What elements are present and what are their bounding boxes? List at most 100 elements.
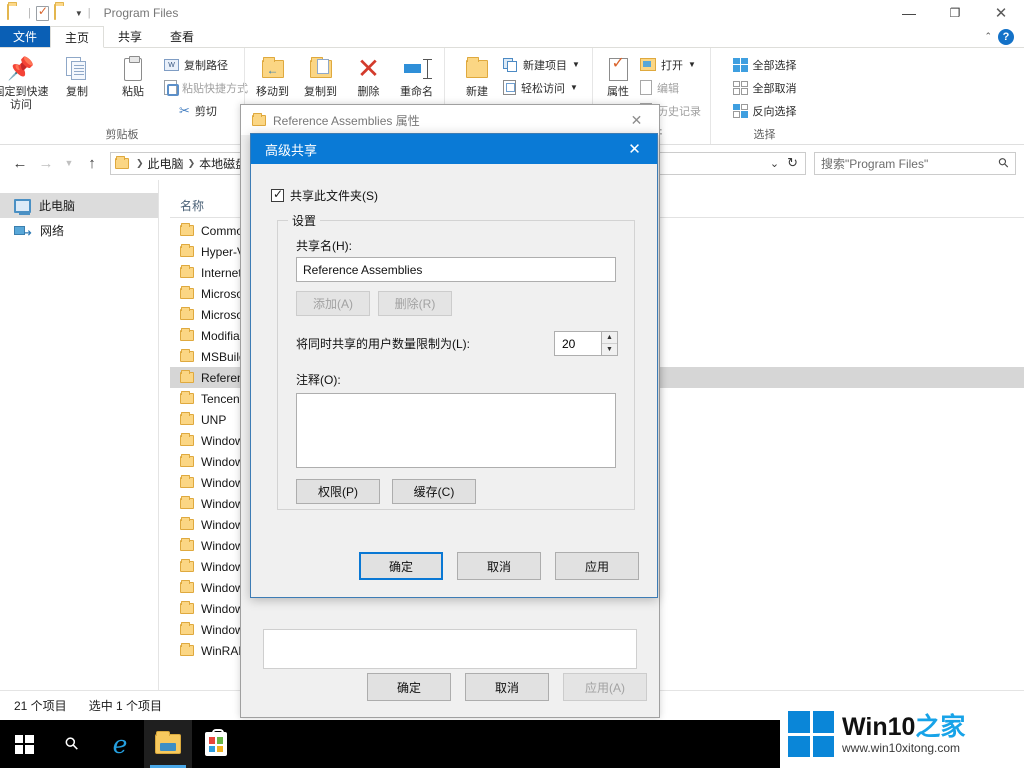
tab-home[interactable]: 主页 [50, 26, 104, 48]
add-button[interactable]: 添加(A) [296, 291, 370, 316]
advanced-sharing-apply-button[interactable]: 应用 [555, 552, 639, 580]
new-folder-button[interactable]: 新建 [454, 52, 500, 99]
folder-icon[interactable] [7, 5, 23, 21]
pane-splitter[interactable] [158, 180, 159, 690]
share-name-input[interactable]: Reference Assemblies [296, 257, 616, 282]
maximize-button[interactable]: ❐ [932, 0, 978, 26]
watermark-url: www.win10xitong.com [842, 741, 965, 755]
remove-button[interactable]: 删除(R) [378, 291, 452, 316]
back-arrow-icon[interactable]: ← [8, 151, 32, 175]
properties-icon [609, 52, 628, 86]
new-folder-icon[interactable] [54, 5, 70, 21]
taskbar-edge-button[interactable]: e [96, 720, 144, 768]
caching-button[interactable]: 缓存(C) [392, 479, 476, 504]
copy-button[interactable]: 复制 [49, 52, 105, 99]
paste-button[interactable]: 粘贴 [105, 52, 161, 99]
search-icon: ⚲ [61, 733, 84, 756]
easy-access-button[interactable]: 轻松访问 ▼ [500, 77, 583, 98]
tab-share[interactable]: 共享 [104, 26, 156, 47]
select-all-button[interactable]: 全部选择 [730, 54, 800, 75]
copy-icon [66, 52, 88, 86]
checkbox-icon [271, 189, 284, 202]
taskbar-search-button[interactable]: ⚲ [48, 720, 96, 768]
properties-cancel-button[interactable]: 取消 [465, 673, 549, 701]
close-button[interactable]: ✕ [978, 0, 1024, 26]
folder-icon [180, 561, 194, 572]
folder-icon [180, 498, 194, 509]
chevron-up-icon[interactable]: ⌃ [984, 31, 992, 42]
comment-input[interactable] [296, 393, 616, 468]
edit-button[interactable]: 编辑 [637, 77, 704, 98]
new-folder-icon [466, 52, 488, 86]
new-small-commands: 新建项目 ▼ 轻松访问 ▼ [500, 52, 583, 98]
properties-dialog-title: Reference Assemblies 属性 [273, 112, 420, 129]
button-label: 编辑 [657, 80, 679, 96]
folder-icon [180, 309, 194, 320]
properties-ok-button[interactable]: 确定 [367, 673, 451, 701]
properties-icon[interactable] [36, 6, 49, 21]
taskbar-store-button[interactable] [192, 720, 240, 768]
forward-arrow-icon[interactable]: → [34, 151, 58, 175]
sidebar-item-this-pc[interactable]: 此电脑 [0, 193, 158, 218]
user-limit-label: 将同时共享的用户数量限制为(L): [296, 335, 470, 352]
pin-to-quick-access-button[interactable]: 📌 固定到快速访问 [0, 52, 49, 112]
folder-icon [180, 540, 194, 551]
pin-icon: 📌 [7, 52, 34, 86]
spinner-up-icon[interactable]: ▲ [602, 332, 617, 344]
close-icon[interactable]: ✕ [614, 105, 659, 135]
properties-dialog-buttons: 确定 取消 应用(A) [241, 673, 647, 701]
chevron-down-icon[interactable]: ⌄ [770, 157, 779, 170]
cut-button[interactable]: ✂ 剪切 [161, 100, 251, 121]
select-none-button[interactable]: 全部取消 [730, 77, 800, 98]
search-input[interactable]: 搜索"Program Files" ⚲ [814, 152, 1016, 175]
file-name: Tencent [201, 392, 243, 406]
minimize-button[interactable]: — [886, 0, 932, 26]
sidebar-item-network[interactable]: ➜ 网络 [0, 218, 158, 243]
properties-text-field[interactable] [263, 629, 637, 669]
invert-selection-button[interactable]: 反向选择 [730, 100, 800, 121]
share-name-value: Reference Assemblies [303, 263, 422, 277]
new-item-button[interactable]: 新建项目 ▼ [500, 54, 583, 75]
refresh-icon[interactable]: ↻ [787, 155, 798, 171]
tab-view[interactable]: 查看 [156, 26, 208, 47]
properties-button[interactable]: 属性 [599, 52, 637, 99]
breadcrumb-item-this-pc[interactable]: 此电脑 [148, 155, 184, 172]
delete-button[interactable]: ✕ 删除 [345, 52, 393, 99]
select-all-icon [733, 58, 748, 72]
chevron-down-icon[interactable]: ▼ [688, 60, 696, 69]
paste-icon [124, 52, 142, 86]
scissors-icon: ✂ [179, 103, 190, 119]
paste-shortcut-button[interactable]: 粘贴快捷方式 [161, 77, 251, 98]
tab-file[interactable]: 文件 [0, 26, 50, 47]
close-icon[interactable]: ✕ [612, 134, 657, 164]
window-controls: — ❐ ✕ [886, 0, 1024, 26]
permissions-button[interactable]: 权限(P) [296, 479, 380, 504]
share-this-folder-checkbox[interactable]: 共享此文件夹(S) [271, 187, 378, 204]
rename-button[interactable]: 重命名 [393, 52, 441, 99]
search-icon[interactable]: ⚲ [995, 154, 1013, 172]
chevron-down-icon[interactable]: ▼ [570, 83, 578, 92]
chevron-down-icon[interactable]: ▼ [572, 60, 580, 69]
up-arrow-icon[interactable]: ↑ [80, 151, 104, 175]
copy-to-button[interactable]: 复制到 [297, 52, 345, 99]
checkbox-label: 共享此文件夹(S) [290, 187, 378, 204]
folder-icon [180, 393, 194, 404]
advanced-sharing-cancel-button[interactable]: 取消 [457, 552, 541, 580]
taskbar-file-explorer-button[interactable] [144, 720, 192, 768]
this-pc-icon [14, 199, 31, 213]
folder-icon [180, 645, 194, 656]
network-icon: ➜ [14, 224, 32, 238]
user-limit-value[interactable]: 20 [554, 331, 601, 356]
advanced-sharing-ok-button[interactable]: 确定 [359, 552, 443, 580]
move-to-button[interactable]: ← 移动到 [249, 52, 297, 99]
properties-apply-button[interactable]: 应用(A) [563, 673, 647, 701]
comment-label: 注释(O): [296, 371, 341, 388]
help-icon[interactable]: ? [998, 29, 1014, 45]
spinner-down-icon[interactable]: ▼ [602, 344, 617, 355]
user-limit-stepper[interactable]: 20 ▲ ▼ [554, 331, 618, 356]
open-button[interactable]: 打开 ▼ [637, 54, 704, 75]
copy-path-button[interactable]: W 复制路径 [161, 54, 251, 75]
start-button[interactable] [0, 720, 48, 768]
chevron-down-icon[interactable]: ▼ [75, 9, 83, 18]
recent-locations-icon[interactable]: ▼ [60, 151, 78, 175]
